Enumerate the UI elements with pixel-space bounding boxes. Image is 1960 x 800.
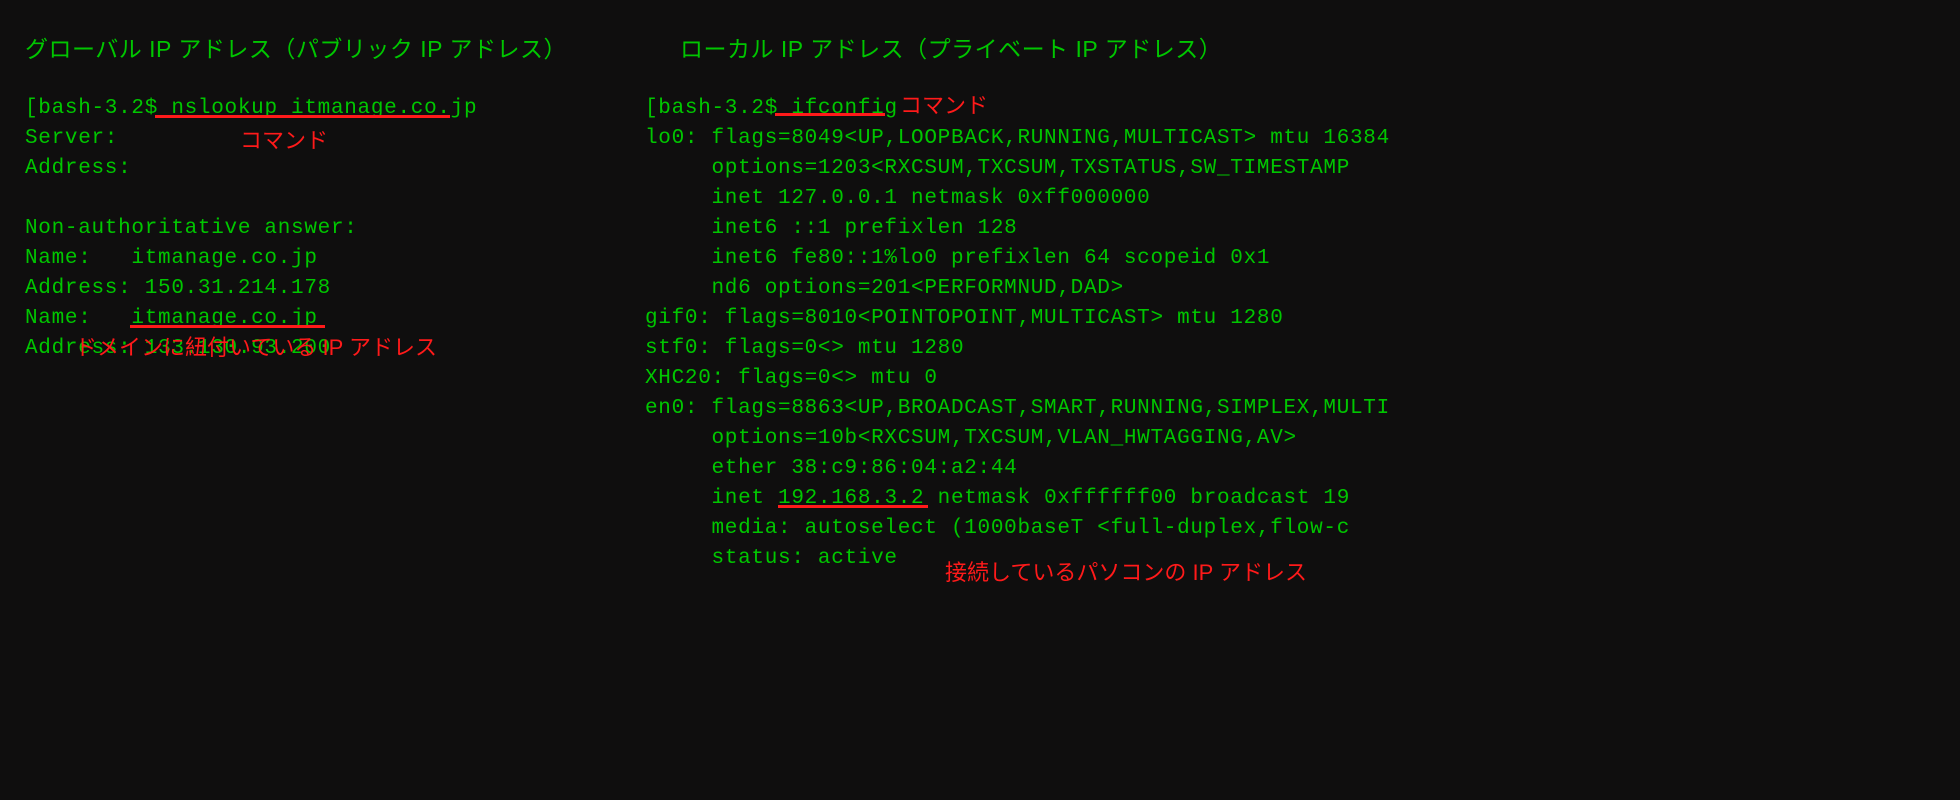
underline-ip-left (130, 325, 325, 328)
panel-local-ip: ローカル IP アドレス（プライベート IP アドレス） [bash-3.2$ … (620, 0, 1560, 640)
annot-command-left: コマンド (240, 123, 328, 155)
annot-command-right: コマンド (900, 88, 988, 120)
prompt-right: [bash-3.2$ (645, 97, 791, 120)
underline-command-left (155, 115, 450, 118)
underline-command-right (775, 113, 885, 116)
command-ifconfig: ifconfig (791, 97, 897, 120)
underline-ip-right (778, 505, 928, 508)
title-local: ローカル IP アドレス（プライベート IP アドレス） (680, 30, 1540, 64)
output-ifconfig-1: lo0: flags=8049<UP,LOOPBACK,RUNNING,MULT… (645, 127, 1390, 510)
annot-ip-left: ドメインに紐付いている IP アドレス (75, 330, 437, 362)
annot-ip-right: 接続しているパソコンの IP アドレス (945, 555, 1307, 587)
panel-global-ip: グローバル IP アドレス（パブリック IP アドレス） [bash-3.2$ … (0, 0, 620, 640)
title-global: グローバル IP アドレス（パブリック IP アドレス） (25, 30, 600, 64)
terminal-right: [bash-3.2$ ifconfig lo0: flags=8049<UP,L… (645, 94, 1540, 574)
prompt-left: [bash-3.2$ (25, 97, 171, 120)
container: グローバル IP アドレス（パブリック IP アドレス） [bash-3.2$ … (0, 0, 1560, 640)
